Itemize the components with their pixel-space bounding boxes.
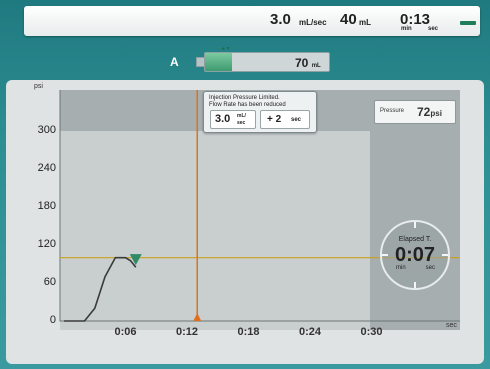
pressure-curve — [64, 256, 137, 322]
alert-message: Injection Pressure Limited. Flow Rate ha… — [209, 95, 286, 108]
pressure-marker-icon — [129, 254, 142, 266]
elapsed-value: 0:07 — [394, 244, 436, 266]
pressure-value: 72psi — [417, 105, 442, 119]
elapsed-time-dial: Elapsed T. 0:07 min sec — [380, 220, 450, 290]
syringe-marker-icon: ▸ ▾ — [222, 46, 230, 52]
pressure-graph-panel: psi 0 60 120 180 240 300 0:06 0:12 0:18 0:24 0:30… — [6, 80, 484, 364]
syringe-fluid-level — [205, 53, 233, 71]
syringe-volume: 70 mL — [295, 56, 321, 70]
elapsed-label: Elapsed T. — [398, 236, 432, 243]
pressure-label: Pressure — [380, 108, 405, 114]
alert-flow-rate: 3.0 mL/ sec — [210, 110, 256, 129]
alert-time-added: + 2 sec — [260, 110, 310, 129]
status-indicator-icon — [460, 21, 476, 25]
status-bar: 3.0 mL/sec 40 mL 0:13 min sec — [24, 6, 480, 36]
pressure-readout: Pressure 72psi — [374, 100, 456, 124]
volume-unit: mL — [359, 18, 371, 27]
time-sec-label: sec — [428, 26, 439, 32]
flow-rate-unit: mL/sec — [299, 18, 327, 27]
elapsed-units: min sec — [396, 265, 436, 271]
syringe-barrel: 70 mL — [204, 52, 330, 72]
cursor-marker-icon — [193, 313, 202, 321]
syringe-label: A — [170, 55, 179, 69]
volume-value: 40 — [340, 11, 357, 28]
pressure-limit-alert: Injection Pressure Limited. Flow Rate ha… — [203, 91, 317, 133]
time-min-label: min — [401, 26, 412, 32]
flow-rate-value: 3.0 — [270, 11, 291, 28]
syringe-a[interactable]: ▸ ▾ 70 mL — [196, 46, 331, 72]
